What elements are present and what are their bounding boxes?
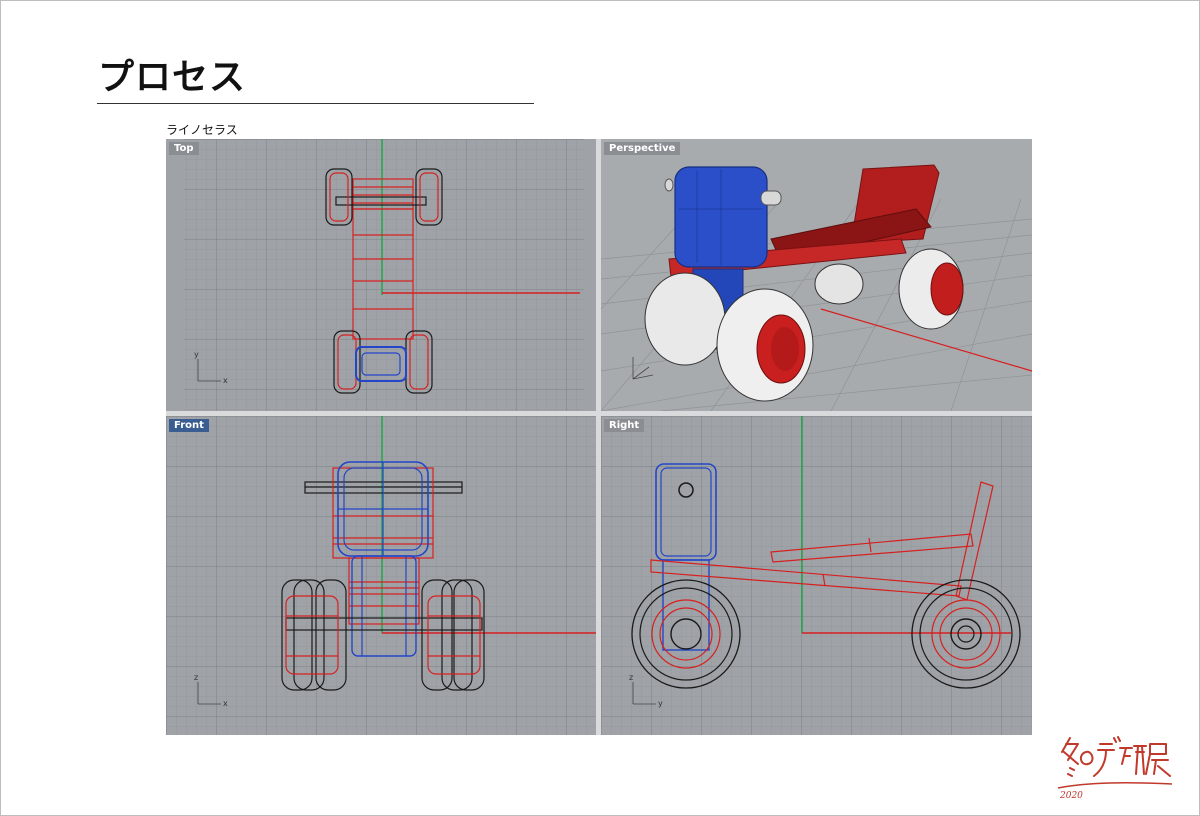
gizmo-label-y: y (194, 350, 199, 359)
viewport-label-top[interactable]: Top (169, 142, 199, 155)
viewport-perspective[interactable]: Perspective (601, 139, 1032, 411)
gizmo-label-z: z (194, 673, 198, 682)
page-title: プロセス (98, 57, 247, 98)
viewport-label-perspective[interactable]: Perspective (604, 142, 681, 155)
top-view-canvas: y x (166, 139, 596, 411)
viewport-label-right[interactable]: Right (604, 419, 645, 432)
viewport-label-front[interactable]: Front (169, 419, 209, 432)
right-view-canvas: z y (601, 416, 1032, 735)
title-underline (97, 103, 534, 104)
exhibition-logo: 2020 (1057, 736, 1173, 800)
viewport-right[interactable]: z y Right (601, 416, 1032, 735)
viewport-front[interactable]: z x Front (166, 416, 596, 735)
perspective-view-canvas (601, 139, 1032, 411)
front-view-canvas: z x (166, 416, 596, 735)
viewport-top[interactable]: y x Top (166, 139, 596, 411)
gizmo-label-x: x (223, 376, 228, 385)
gizmo-label-x-front: x (223, 699, 228, 708)
gizmo-label-y-right: y (658, 699, 663, 708)
gizmo-label-z-right: z (629, 673, 633, 682)
rhino-viewports: y x Top Perspective z x Front z y Right (166, 139, 1032, 735)
page-subtitle: ライノセラス (166, 123, 238, 137)
logo-year: 2020 (1059, 791, 1083, 800)
